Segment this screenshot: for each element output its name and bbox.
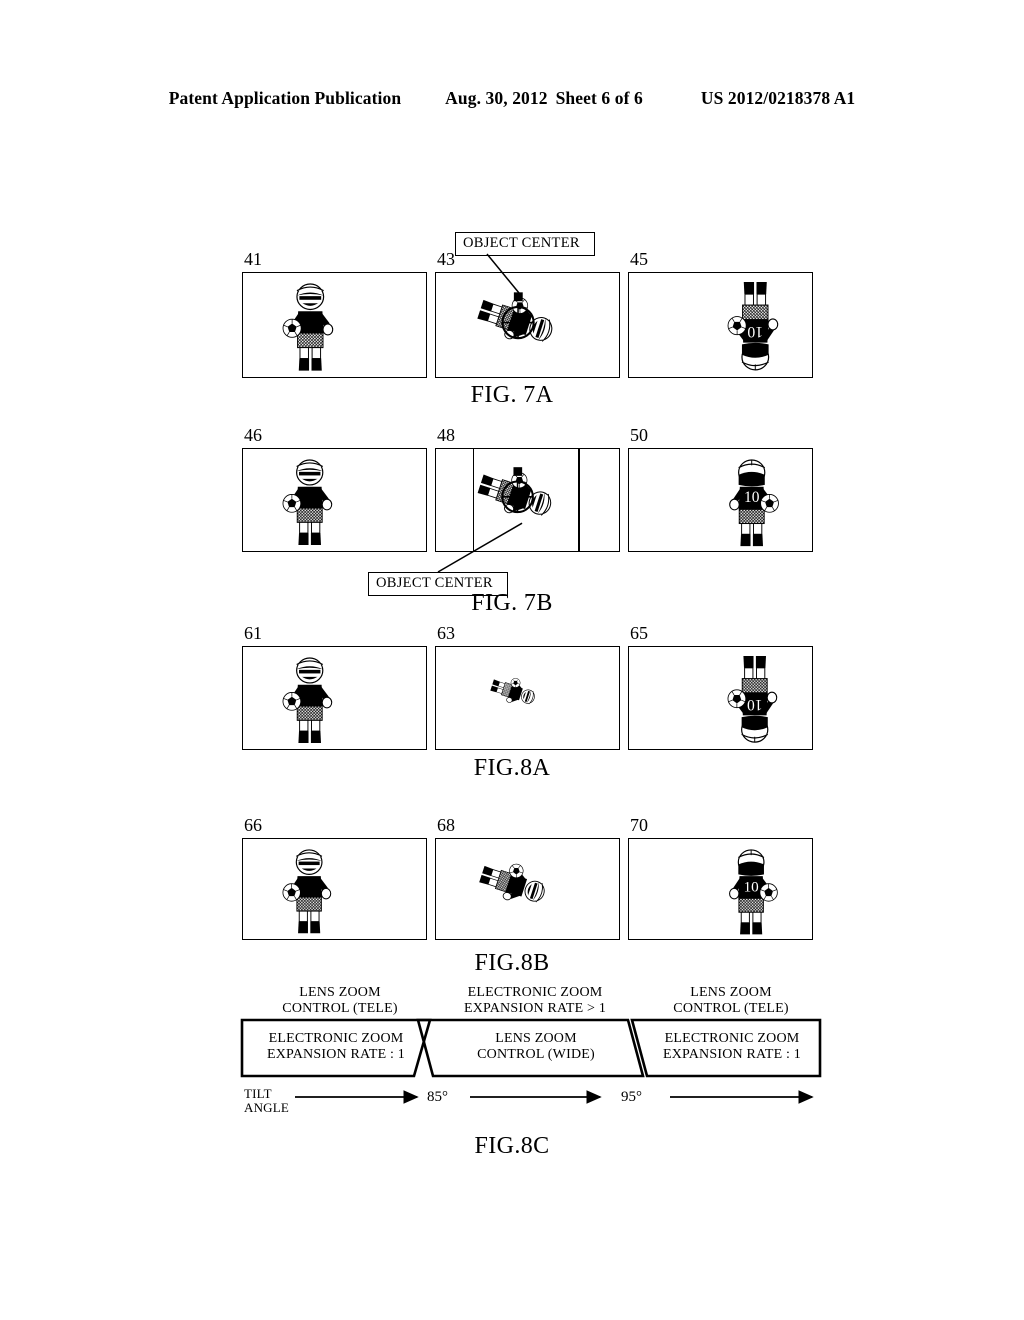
soccer-ball <box>758 882 778 902</box>
reference-numeral-48: 48 <box>437 425 455 445</box>
fig8c-seg2-top-line2: CONTROL (TELE) <box>673 1000 789 1016</box>
tilt-angle-arrows <box>295 1090 814 1104</box>
fig7b-panel-46 <box>242 448 427 552</box>
soccer-ball <box>727 315 747 335</box>
jersey-number: 10 <box>743 489 759 506</box>
player-figure-upright <box>282 848 332 933</box>
reference-numeral-61: 61 <box>244 623 262 643</box>
fig7a-panel-45: 10 <box>628 272 813 378</box>
player-body <box>282 848 332 933</box>
fig8c-seg0-top-label: LENS ZOOM CONTROL (TELE) <box>246 985 434 1016</box>
header-date: Aug. 30, 2012 <box>445 88 548 108</box>
fig8c-seg2-inner-line2: EXPANSION RATE : 1 <box>662 1046 802 1062</box>
player-figure-upright <box>282 459 333 545</box>
fig8c-seg0-inner-label: ELECTRONIC ZOOM EXPANSION RATE : 1 <box>244 1031 428 1062</box>
player-figure-large-tilted <box>478 864 545 903</box>
fig8c-seg0-top-line2: CONTROL (TELE) <box>282 1000 398 1016</box>
fig8a-panel-63 <box>435 646 620 750</box>
reference-numeral-45: 45 <box>630 249 648 269</box>
fig8c-seg1-top-line2: EXPANSION RATE > 1 <box>463 1000 607 1016</box>
fig8c-seg0-inner-line1: ELECTRONIC ZOOM <box>268 1031 404 1046</box>
soccer-ball <box>727 689 747 708</box>
player-body <box>282 283 334 371</box>
tilt-tick-95: 95° <box>621 1089 642 1105</box>
soccer-ball <box>282 318 302 338</box>
sheet-header: Patent Application Publication Aug. 30, … <box>0 88 1024 109</box>
reference-numeral-43: 43 <box>437 249 455 269</box>
soccer-ball <box>282 691 302 711</box>
frame-guide-right <box>578 449 580 551</box>
fig8c-seg1-top-label: ELECTRONIC ZOOM EXPANSION RATE > 1 <box>437 985 633 1016</box>
object-center-marker <box>513 291 523 301</box>
frame-guide-left <box>473 449 475 551</box>
tilt-tick-85: 85° <box>427 1089 448 1105</box>
jersey-number: 10 <box>747 323 763 340</box>
fig8c-seg1-inner-label: LENS ZOOM CONTROL (WIDE) <box>440 1031 632 1062</box>
header-publication: Patent Application Publication <box>168 88 402 108</box>
object-center-callout: OBJECT CENTER <box>455 232 595 256</box>
player-body <box>478 864 545 903</box>
player-body-rear: 10 <box>728 459 779 546</box>
fig8c-seg2-top-label: LENS ZOOM CONTROL (TELE) <box>638 985 824 1016</box>
player-figure-rear: 10 <box>728 848 778 935</box>
fig8c-seg1-inner-line2: CONTROL (WIDE) <box>477 1046 595 1062</box>
fig7a-panel-43 <box>435 272 620 378</box>
fig7a-label: FIG. 7A <box>470 382 554 408</box>
fig8b-label: FIG.8B <box>474 950 550 976</box>
player-body-rear: 10 <box>727 655 778 743</box>
fig8b-panel-66 <box>242 838 427 940</box>
reticle-crosshair <box>500 480 534 514</box>
fig8c-seg2-inner-line1: ELECTRONIC ZOOM <box>664 1031 800 1046</box>
reference-numeral-41: 41 <box>244 249 262 269</box>
player-body-rear: 10 <box>728 848 778 935</box>
fig8c-seg2-top-line1: LENS ZOOM <box>690 985 772 1000</box>
player-figure-inverted: 10 <box>727 655 778 743</box>
player-figure-reticle <box>476 291 552 342</box>
reference-numeral-50: 50 <box>630 425 648 445</box>
reference-numeral-68: 68 <box>437 815 455 835</box>
reference-numeral-63: 63 <box>437 623 455 643</box>
soccer-ball <box>759 493 779 513</box>
fig8c-label: FIG.8C <box>474 1133 550 1159</box>
fig7b-panel-48 <box>435 448 620 552</box>
player-body <box>490 677 535 705</box>
fig8c-seg0-top-line1: LENS ZOOM <box>299 985 381 1000</box>
player-figure-upright <box>282 657 333 743</box>
fig8a-label: FIG.8A <box>473 755 551 781</box>
player-body-rear: 10 <box>727 281 779 371</box>
reference-numeral-65: 65 <box>630 623 648 643</box>
reference-numeral-66: 66 <box>244 815 262 835</box>
header-sheet: Sheet 6 of 6 <box>555 88 643 108</box>
player-figure-small-tilted <box>490 677 535 705</box>
fig8c-diagram: LENS ZOOM CONTROL (TELE) ELECTRONIC ZOOM… <box>0 985 1024 1160</box>
player-figure-reticle <box>477 467 551 517</box>
patent-drawing-sheet: Patent Application Publication Aug. 30, … <box>0 0 1024 1320</box>
fig8c-seg2-inner-label: ELECTRONIC ZOOM EXPANSION RATE : 1 <box>640 1031 824 1062</box>
fig8c-seg1-top-line1: ELECTRONIC ZOOM <box>467 985 603 1000</box>
reference-numeral-70: 70 <box>630 815 648 835</box>
fig8b-panel-68 <box>435 838 620 940</box>
fig7a-panel-41 <box>242 272 427 378</box>
player-figure-inverted: 10 <box>727 281 779 371</box>
player-figure-rear: 10 <box>728 459 779 546</box>
fig8c-seg1-inner-line1: LENS ZOOM <box>495 1031 577 1046</box>
player-body <box>282 657 333 743</box>
fig8b-panel-70: 10 <box>628 838 813 940</box>
fig8a-panel-65: 10 <box>628 646 813 750</box>
player-body <box>282 459 333 545</box>
soccer-ball <box>282 882 301 902</box>
fig8c-seg0-inner-line2: EXPANSION RATE : 1 <box>266 1046 406 1062</box>
object-center-marker <box>512 467 522 477</box>
soccer-ball <box>282 493 302 513</box>
fig7b-label: FIG. 7B <box>471 590 553 616</box>
player-figure-upright <box>282 283 334 371</box>
fig8a-panel-61 <box>242 646 427 750</box>
fig7b-panel-50: 10 <box>628 448 813 552</box>
header-patent-number: US 2012/0218378 A1 <box>700 88 856 108</box>
reticle-crosshair <box>500 305 535 339</box>
reference-numeral-46: 46 <box>244 425 262 445</box>
jersey-number: 10 <box>743 878 758 895</box>
jersey-number: 10 <box>747 696 763 713</box>
